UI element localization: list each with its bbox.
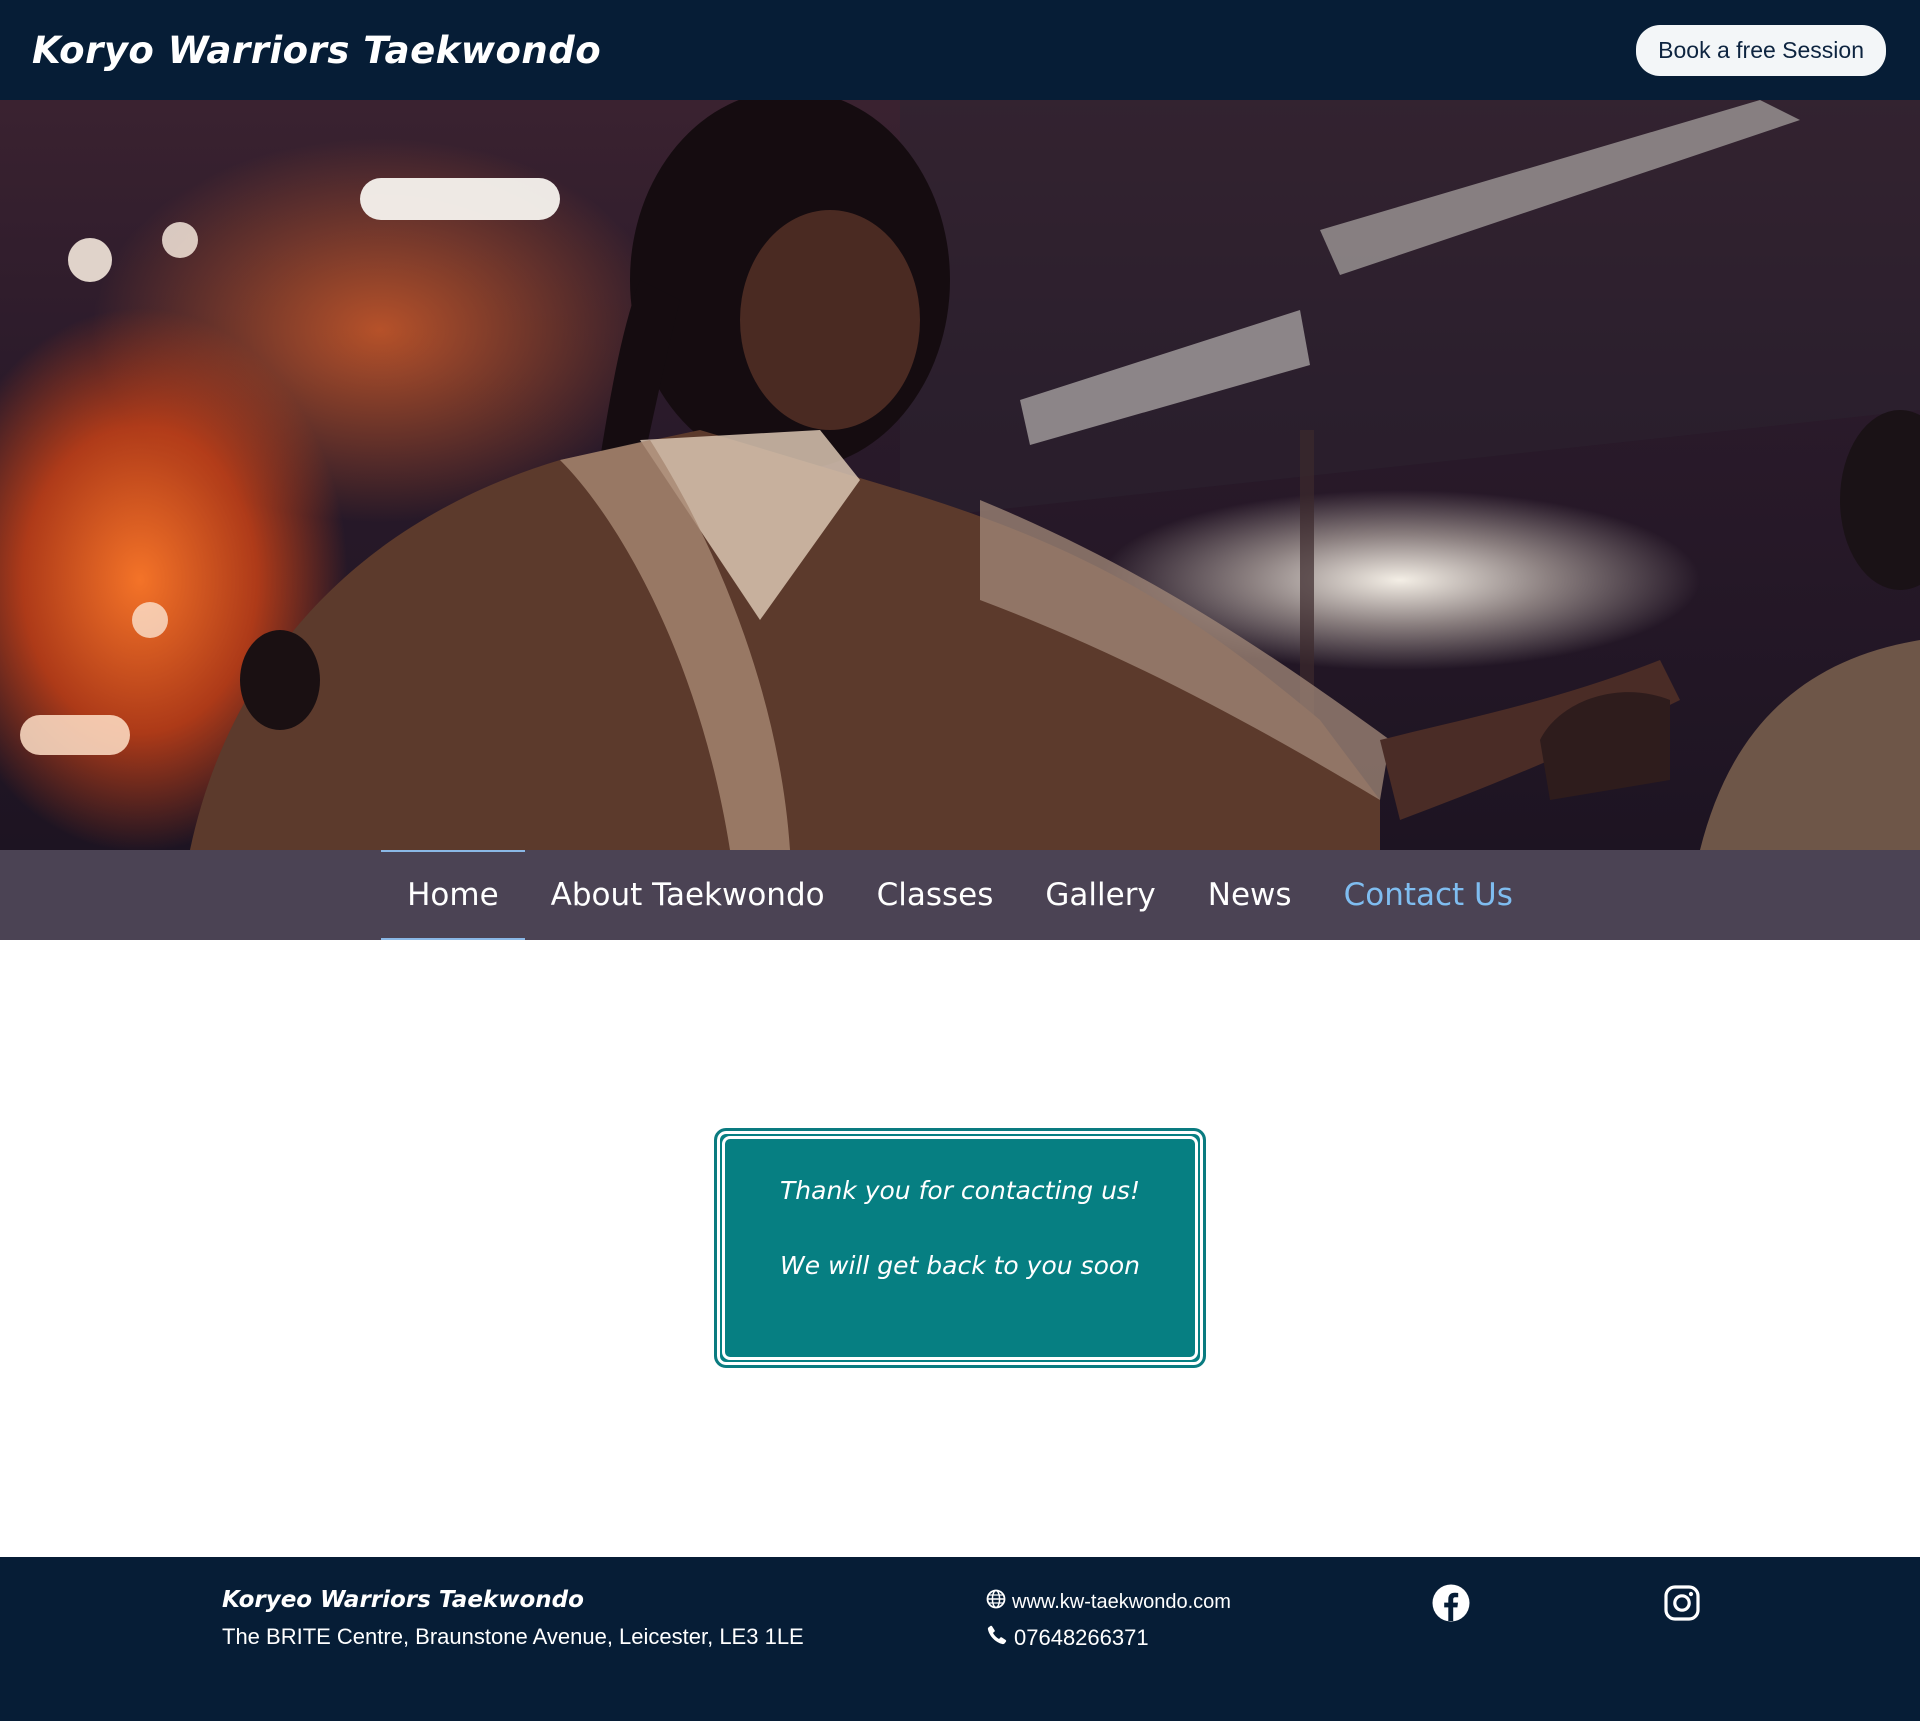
instagram-icon[interactable] [1662,1583,1702,1623]
nav-contact-us[interactable]: Contact Us [1318,850,1539,940]
footer-address: The BRITE Centre, Braunstone Avenue, Lei… [222,1624,804,1649]
nav-classes[interactable]: Classes [851,850,1020,940]
nav-about-taekwondo[interactable]: About Taekwondo [525,850,851,940]
footer-phone-number[interactable]: 07648266371 [1014,1625,1149,1651]
hero-banner-image [0,100,1920,850]
footer-phone[interactable]: 07648266371 [986,1624,1149,1652]
footer-brand: Koryeo Warriors Taekwondo [222,1587,584,1613]
site-logo-text[interactable]: Koryo Warriors Taekwondo [32,29,601,72]
globe-icon [986,1589,1006,1615]
phone-icon [986,1624,1008,1652]
thank-you-message-box: Thank you for contacting us! We will get… [714,1128,1206,1368]
get-back-line: We will get back to you soon [779,1251,1141,1280]
nav-home[interactable]: Home [381,850,525,940]
site-footer: Koryeo Warriors Taekwondo The BRITE Cent… [0,1557,1920,1721]
main-navigation: Home About Taekwondo Classes Gallery New… [0,850,1920,940]
footer-website[interactable]: www.kw-taekwondo.com [986,1589,1231,1615]
thank-you-inner-border [722,1136,1198,1360]
nav-gallery[interactable]: Gallery [1019,850,1181,940]
footer-website-link[interactable]: www.kw-taekwondo.com [1012,1591,1231,1614]
thank-you-line: Thank you for contacting us! [780,1176,1140,1205]
facebook-icon[interactable] [1431,1583,1471,1623]
nav-news[interactable]: News [1182,850,1318,940]
site-header: Koryo Warriors Taekwondo Book a free Ses… [0,0,1920,100]
book-free-session-button[interactable]: Book a free Session [1636,24,1886,76]
hero-photo-illustration [20,100,1920,850]
